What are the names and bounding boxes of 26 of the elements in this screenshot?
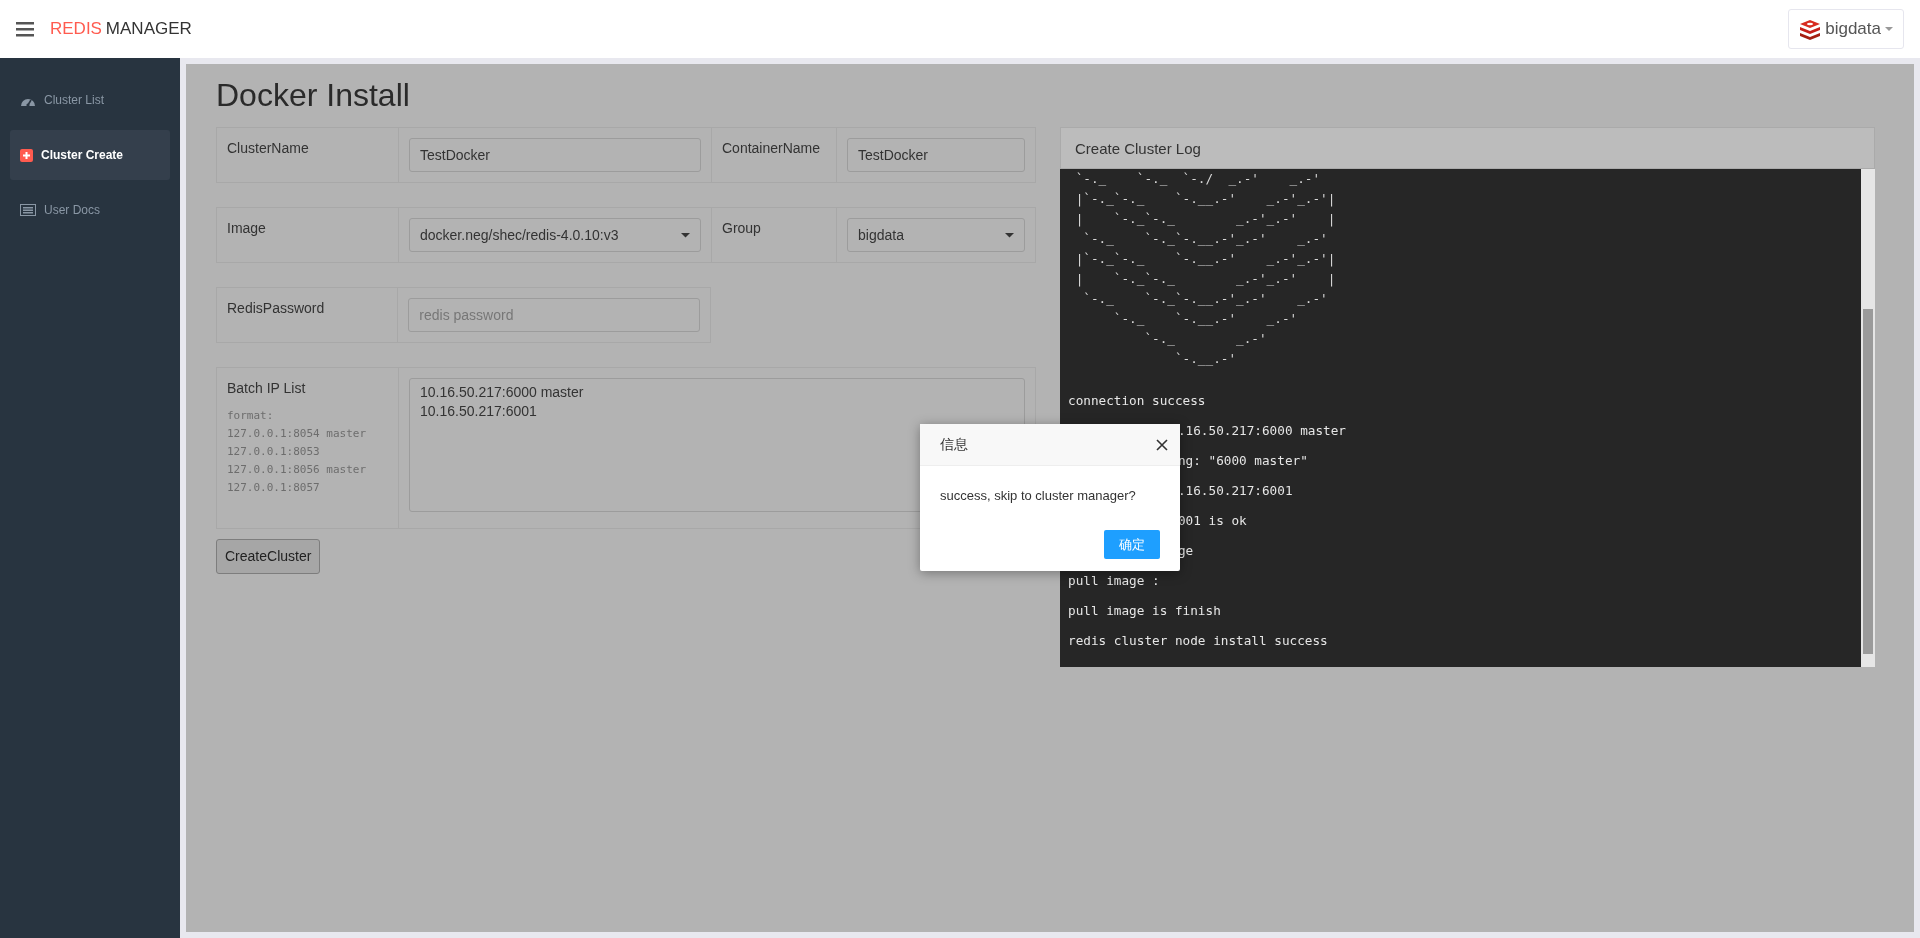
log-line: .16.50.217:6001 bbox=[1177, 482, 1293, 501]
log-line: `-._ `-._ `-./ _.-' _.-' bbox=[1074, 170, 1321, 189]
log-line: `-._ `-._`-.__.-'_.-' _.-' bbox=[1082, 230, 1328, 249]
page-title: Docker Install bbox=[216, 76, 411, 115]
log-line: |`-._`-._ `-.__.-' _.-'_.-'| bbox=[1074, 190, 1336, 209]
dialog-title: 信息 bbox=[940, 435, 968, 454]
log-line: pull image : bbox=[1068, 572, 1160, 591]
field-label: ClusterName bbox=[227, 139, 310, 159]
log-line: `-.__.-' bbox=[1173, 350, 1237, 369]
log-line: | `-._`-._ _.-'_.-' | bbox=[1074, 210, 1336, 229]
log-line: .16.50.217:6000 master bbox=[1177, 422, 1346, 441]
log-line: |`-._`-._ `-.__.-' _.-'_.-'| bbox=[1074, 250, 1336, 269]
log-line: connection success bbox=[1068, 392, 1206, 411]
field-label: ContainerName bbox=[722, 139, 822, 159]
log-line: pull image is finish bbox=[1068, 602, 1221, 621]
log-line: redis cluster node install success bbox=[1068, 632, 1328, 651]
field-label: Image bbox=[227, 219, 267, 239]
log-line: `-._ `-._`-.__.-'_.-' _.-' bbox=[1082, 290, 1328, 309]
field-label: Group bbox=[722, 219, 762, 239]
log-line: | `-._`-._ _.-'_.-' | bbox=[1074, 270, 1336, 289]
field-label: RedisPassword bbox=[227, 299, 326, 319]
log-line: `-._ _.-' bbox=[1143, 330, 1267, 349]
log-line: `-._ `-.__.-' _.-' bbox=[1112, 310, 1298, 329]
field-label: Batch IP List bbox=[227, 379, 307, 399]
format-hint: format: 127.0.0.1:8054 master 127.0.0.1:8053 127.0.0.1:8056 master 127.0.0.1:8057 bbox=[227, 408, 368, 497]
panel-title: Create Cluster Log bbox=[1060, 127, 1875, 170]
